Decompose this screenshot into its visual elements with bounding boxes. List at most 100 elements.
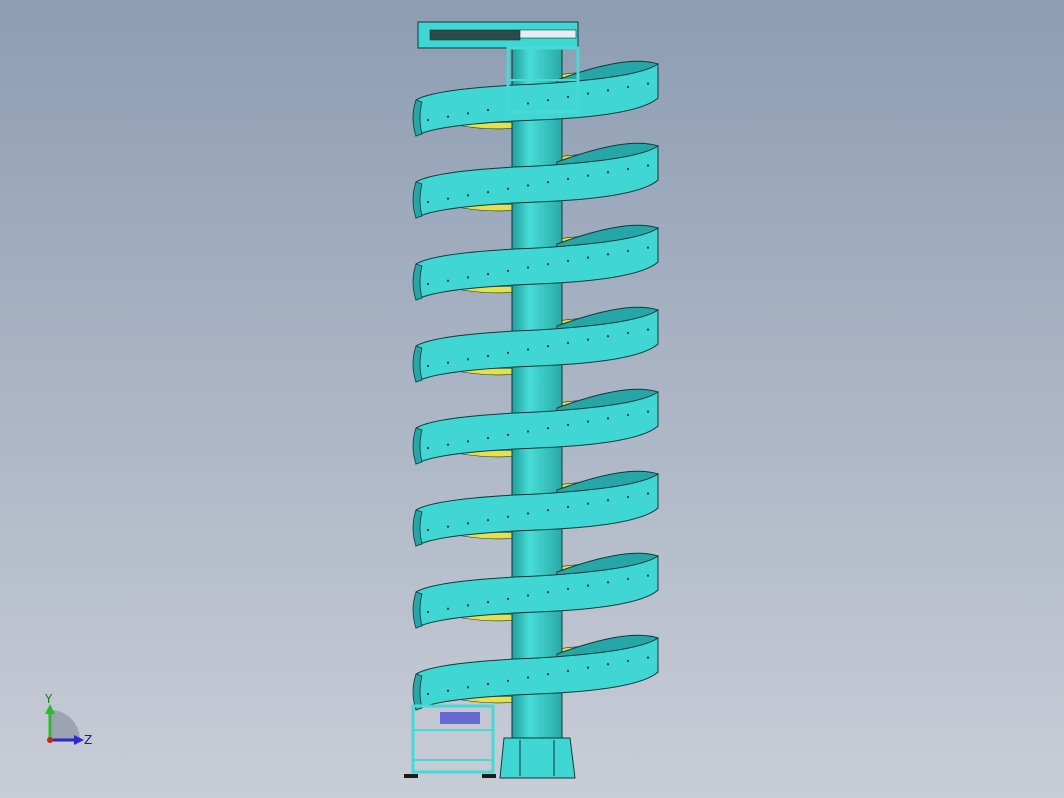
bolt-hole: [626, 577, 630, 581]
foot-pad: [482, 774, 496, 778]
bolt-hole: [426, 118, 430, 122]
bolt-hole: [486, 108, 490, 112]
graphics-viewport[interactable]: Y Z: [0, 0, 1064, 798]
bolt-hole: [586, 584, 590, 587]
bolt-hole: [466, 358, 470, 361]
bolt-hole: [466, 276, 470, 279]
bolt-hole: [646, 82, 650, 85]
bolt-hole: [506, 679, 510, 682]
bolt-hole: [606, 499, 610, 502]
infeed-motor: [519, 29, 577, 39]
bolt-hole: [426, 528, 430, 532]
bolt-hole: [506, 433, 510, 436]
bolt-hole: [606, 253, 610, 256]
bolt-hole: [426, 282, 430, 286]
coordinate-triad: Y Z: [30, 690, 110, 760]
bolt-hole: [566, 505, 570, 508]
bolt-hole: [486, 354, 490, 358]
bolt-hole: [586, 174, 590, 177]
bolt-hole: [546, 345, 550, 348]
bolt-hole: [506, 515, 510, 518]
foot-pad: [404, 774, 418, 778]
bolt-hole: [646, 656, 650, 659]
bolt-hole: [486, 190, 490, 194]
bolt-hole: [586, 502, 590, 505]
bolt-hole: [566, 341, 570, 344]
bolt-hole: [566, 587, 570, 590]
outfeed-motor: [440, 712, 480, 724]
bolt-hole: [506, 187, 510, 190]
bolt-hole: [626, 167, 630, 171]
bolt-hole: [446, 279, 450, 282]
bolt-hole: [526, 512, 530, 515]
bolt-hole: [526, 184, 530, 187]
bolt-hole: [486, 272, 490, 276]
bolt-hole: [646, 246, 650, 249]
bolt-hole: [626, 85, 630, 89]
bolt-hole: [486, 518, 490, 522]
bolt-hole: [466, 112, 470, 115]
bolt-hole: [606, 417, 610, 420]
bolt-hole: [566, 177, 570, 180]
bolt-hole: [626, 659, 630, 663]
bolt-hole: [526, 430, 530, 433]
bolt-hole: [446, 197, 450, 200]
bolt-hole: [586, 420, 590, 423]
bolt-hole: [606, 89, 610, 92]
bolt-hole: [586, 92, 590, 95]
infeed-rollers: [429, 29, 521, 41]
bolt-hole: [606, 335, 610, 338]
bolt-hole: [566, 423, 570, 426]
bolt-hole: [586, 666, 590, 669]
triad-icon: [45, 704, 84, 745]
column-base: [499, 737, 576, 779]
bolt-hole: [466, 440, 470, 443]
bolt-hole: [646, 328, 650, 331]
bolt-hole: [446, 607, 450, 610]
y-axis-label: Y: [45, 692, 53, 706]
bolt-hole: [426, 200, 430, 204]
bolt-hole: [446, 525, 450, 528]
bolt-hole: [546, 509, 550, 512]
bolt-hole: [486, 436, 490, 440]
bolt-hole: [446, 689, 450, 692]
bolt-hole: [526, 594, 530, 597]
bolt-hole: [426, 692, 430, 696]
cad-model-canvas[interactable]: [0, 0, 1064, 798]
bolt-hole: [546, 673, 550, 676]
bolt-hole: [426, 610, 430, 614]
bolt-hole: [486, 600, 490, 604]
bolt-hole: [526, 266, 530, 269]
bolt-hole: [626, 495, 630, 499]
bolt-hole: [606, 581, 610, 584]
bolt-hole: [446, 115, 450, 118]
bolt-hole: [466, 604, 470, 607]
bolt-hole: [606, 663, 610, 666]
bolt-hole: [586, 338, 590, 341]
bolt-hole: [486, 682, 490, 686]
bolt-hole: [646, 164, 650, 167]
bolt-hole: [506, 597, 510, 600]
bolt-hole: [646, 492, 650, 495]
bolt-hole: [526, 348, 530, 351]
bolt-hole: [586, 256, 590, 259]
bolt-hole: [626, 249, 630, 253]
bolt-hole: [426, 446, 430, 450]
bolt-hole: [546, 263, 550, 266]
bolt-hole: [506, 351, 510, 354]
bolt-hole: [626, 413, 630, 417]
bolt-hole: [626, 331, 630, 335]
bolt-hole: [546, 181, 550, 184]
bolt-hole: [566, 95, 570, 98]
z-axis-label: Z: [84, 733, 93, 747]
bolt-hole: [566, 259, 570, 262]
bolt-hole: [526, 102, 530, 105]
bolt-hole: [546, 99, 550, 102]
bolt-hole: [546, 591, 550, 594]
bolt-hole: [646, 410, 650, 413]
bolt-hole: [466, 194, 470, 197]
bolt-hole: [426, 364, 430, 368]
bolt-hole: [446, 443, 450, 446]
origin-icon: [47, 737, 53, 743]
bolt-hole: [526, 676, 530, 679]
